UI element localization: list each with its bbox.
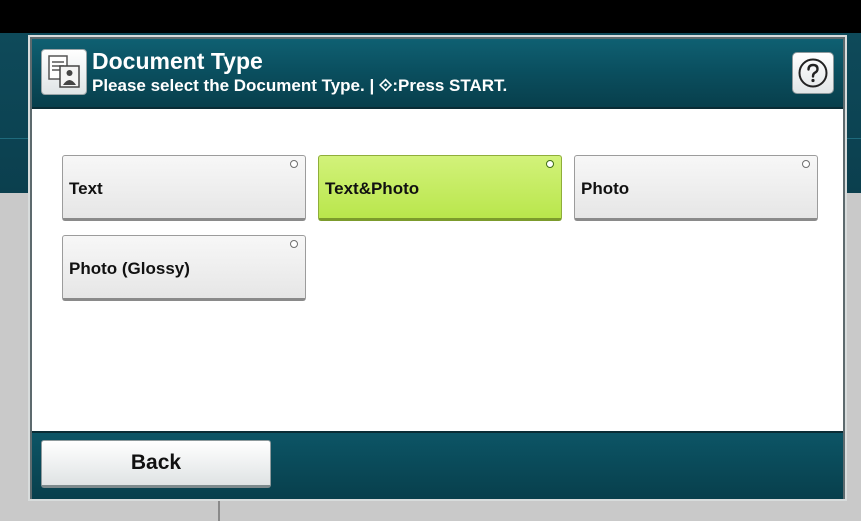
option-label: Photo (Glossy) [69, 259, 190, 278]
document-copy-icon [41, 49, 87, 95]
option-text-button[interactable]: Text [62, 155, 306, 221]
radio-indicator [290, 160, 298, 168]
dialog-subtitle: Please select the Document Type. | ⟐:Pre… [92, 76, 508, 95]
option-label: Text [69, 179, 103, 198]
dialog-footer: Back [32, 431, 843, 499]
question-mark-icon [798, 58, 828, 88]
option-label: Photo [581, 179, 630, 198]
back-button-label: Back [130, 451, 182, 474]
option-photo-button[interactable]: Photo [574, 155, 818, 221]
back-button[interactable]: Back [41, 440, 271, 488]
radio-indicator [290, 240, 298, 248]
radio-indicator [802, 160, 810, 168]
help-button[interactable] [792, 52, 834, 94]
dialog-title: Document Type [92, 48, 263, 74]
option-photo-glossy-button[interactable]: Photo (Glossy) [62, 235, 306, 301]
background-top-bar [0, 0, 861, 33]
radio-indicator [546, 160, 554, 168]
option-text-photo-button[interactable]: Text&Photo [318, 155, 562, 221]
document-type-dialog: Document Type Please select the Document… [30, 37, 845, 499]
screen: Document Type Please select the Document… [0, 0, 861, 521]
option-label: Text&Photo [325, 179, 420, 198]
dialog-header: Document Type Please select the Document… [32, 39, 843, 109]
